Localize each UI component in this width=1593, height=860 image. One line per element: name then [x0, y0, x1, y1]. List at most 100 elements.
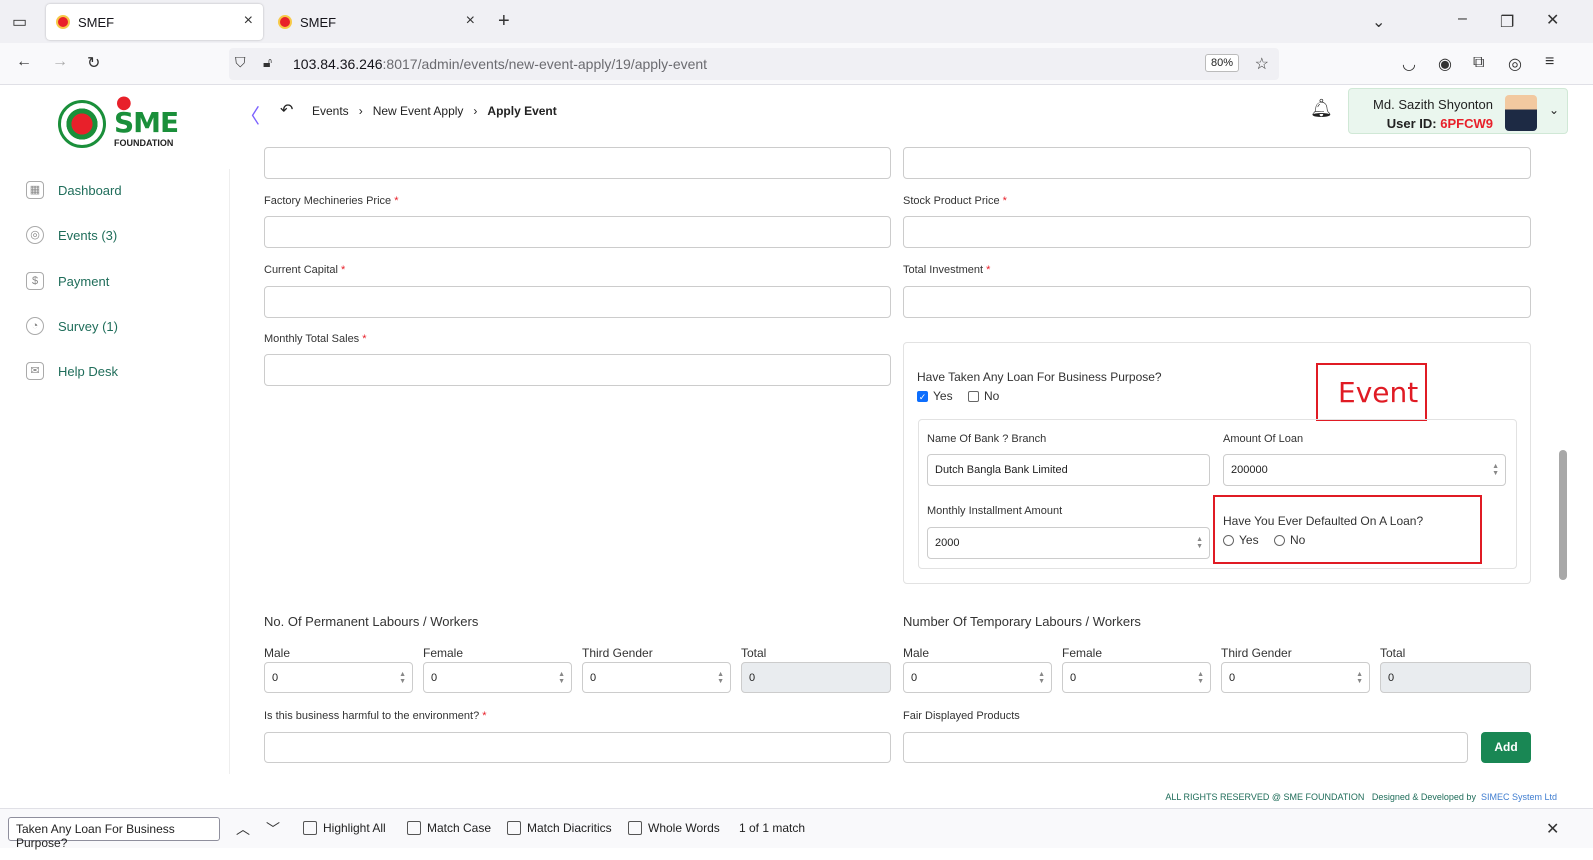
perm-third-gender-input[interactable]: 0 ▲ ▼ [582, 662, 731, 693]
logo-text: ● SME [114, 92, 179, 139]
notification-bell-icon[interactable]: 🔔︎ [1310, 98, 1333, 119]
whole-words-checkbox[interactable] [628, 821, 642, 835]
perm-total-input: 0 [741, 662, 891, 693]
chevron-down-icon[interactable]: ⌄ [1372, 12, 1385, 32]
perm-male-input[interactable]: 0 ▲ ▼ [264, 662, 413, 693]
tab-list-icon[interactable]: ▭ [12, 12, 27, 32]
find-previous-icon[interactable]: ︿ [236, 819, 250, 839]
total-investment-label: Total Investment * [903, 264, 991, 276]
sme-foundation-logo[interactable]: ● SME FOUNDATION [58, 92, 183, 150]
bank-input[interactable]: Dutch Bangla Bank Limited [927, 454, 1210, 486]
stepper-icon[interactable]: ▲ ▼ [558, 671, 565, 685]
highlight-all-checkbox[interactable] [303, 821, 317, 835]
whole-words-option[interactable]: Whole Words [628, 821, 720, 835]
top-left-field[interactable] [264, 147, 891, 179]
close-tab-icon[interactable]: × [466, 12, 475, 30]
installment-input[interactable]: 2000 ▲ ▼ [927, 527, 1210, 559]
pocket-icon[interactable]: ◡ [1402, 54, 1416, 74]
find-next-icon[interactable]: ﹀ [266, 819, 280, 839]
top-right-field[interactable] [903, 147, 1531, 179]
match-case-option[interactable]: Match Case [407, 821, 491, 835]
monthly-sales-input[interactable] [264, 354, 891, 386]
browser-tab-1[interactable]: SMEF × [46, 4, 263, 40]
default-no-radio[interactable] [1274, 534, 1285, 546]
total-investment-input[interactable] [903, 286, 1531, 318]
factory-price-input[interactable] [264, 216, 891, 248]
temp-female-input[interactable]: 0 ▲ ▼ [1062, 662, 1211, 693]
harmful-input[interactable] [264, 732, 891, 763]
stock-price-input[interactable] [903, 216, 1531, 248]
url-bar[interactable]: ⛉ 🔓︎ 103.84.36.246:8017/admin/events/new… [229, 48, 1279, 80]
account-icon[interactable]: ◉ [1438, 54, 1452, 74]
loan-no-option[interactable]: No [968, 389, 999, 403]
loan-amount-input[interactable]: 200000 ▲ ▼ [1223, 454, 1506, 486]
highlight-all-option[interactable]: Highlight All [303, 821, 386, 835]
annotation-box-default [1213, 495, 1482, 564]
browser-tab-2[interactable]: SMEF × [268, 4, 485, 40]
stepper-icon[interactable]: ▲ ▼ [1197, 671, 1204, 685]
forward-icon[interactable]: → [52, 53, 68, 71]
stepper-icon[interactable]: ▲ ▼ [1492, 463, 1499, 477]
stepper-icon[interactable]: ▲ ▼ [399, 671, 406, 685]
sidebar-item-events[interactable]: ◎ Events (3) [26, 226, 117, 244]
new-tab-icon[interactable]: + [498, 10, 510, 33]
default-yes-radio[interactable] [1223, 534, 1234, 546]
extensions-icon[interactable]: ⧉ [1473, 54, 1484, 72]
minimize-icon[interactable]: – [1458, 10, 1467, 28]
breadcrumb-events[interactable]: Events [312, 104, 349, 118]
match-diacritics-checkbox[interactable] [507, 821, 521, 835]
close-tab-icon[interactable]: × [244, 12, 253, 30]
sidebar-item-payment[interactable]: $ Payment [26, 272, 109, 290]
stepper-icon[interactable]: ▲ ▼ [1038, 671, 1045, 685]
loan-yes-option[interactable]: ✓ Yes [917, 389, 953, 403]
find-input[interactable]: Taken Any Loan For Business Purpose? [8, 817, 220, 850]
tab-title: SMEF [300, 14, 337, 30]
user-profile-card[interactable]: Md. Sazith Shyonton User ID: 6PFCW9 ⌄ [1348, 88, 1568, 134]
collapse-sidebar-icon[interactable]: 〈 [240, 100, 260, 129]
annotation-event-text: Event [1338, 376, 1419, 409]
insecure-lock-icon[interactable]: 🔓︎ [263, 54, 272, 71]
loan-yes-checkbox[interactable]: ✓ [917, 390, 928, 402]
stepper-icon[interactable]: ▲ ▼ [717, 671, 724, 685]
current-capital-input[interactable] [264, 286, 891, 318]
smef-favicon-icon [278, 15, 292, 29]
match-case-checkbox[interactable] [407, 821, 421, 835]
payment-icon: $ [26, 272, 44, 290]
temp-male-input[interactable]: 0 ▲ ▼ [903, 662, 1052, 693]
url-text[interactable]: 103.84.36.246:8017/admin/events/new-even… [293, 56, 707, 72]
match-diacritics-option[interactable]: Match Diacritics [507, 821, 612, 835]
chevron-down-icon[interactable]: ⌄ [1549, 103, 1559, 117]
temp-third-gender-input[interactable]: 0 ▲ ▼ [1221, 662, 1370, 693]
installment-label: Monthly Installment Amount [927, 505, 1063, 517]
breadcrumb-new-event-apply[interactable]: New Event Apply [373, 104, 464, 118]
sidebar-item-dashboard[interactable]: ▦ Dashboard [26, 181, 122, 199]
loan-no-checkbox[interactable] [968, 390, 979, 402]
restore-icon[interactable]: ❐ [1500, 12, 1514, 32]
menu-icon[interactable]: ≡ [1545, 53, 1554, 71]
scroll-thumb[interactable] [1559, 450, 1567, 580]
zoom-level[interactable]: 80% [1204, 54, 1239, 72]
sidebar-item-survey[interactable]: ◔ Survey (1) [26, 317, 118, 335]
stepper-icon[interactable]: ▲ ▼ [1196, 536, 1203, 550]
default-no-option[interactable]: No [1274, 533, 1305, 547]
perm-female-input[interactable]: 0 ▲ ▼ [423, 662, 572, 693]
reload-icon[interactable]: ↻ [87, 53, 100, 73]
addon-icon[interactable]: ◎ [1508, 54, 1522, 74]
grid-icon: ▦ [26, 181, 44, 199]
fair-products-input[interactable] [903, 732, 1468, 763]
back-arrow-icon[interactable]: ↶ [280, 100, 293, 120]
close-find-bar-icon[interactable]: ✕ [1546, 819, 1559, 839]
add-button[interactable]: Add [1481, 732, 1531, 763]
default-yes-option[interactable]: Yes [1223, 533, 1259, 547]
page-scrollbar[interactable] [1558, 140, 1568, 780]
sidebar-item-help-desk[interactable]: ✉ Help Desk [26, 362, 118, 380]
shield-icon[interactable]: ⛉ [235, 54, 246, 71]
tab-title: SMEF [78, 14, 115, 30]
bookmark-star-icon[interactable]: ☆ [1255, 54, 1269, 74]
avatar [1505, 95, 1537, 131]
close-window-icon[interactable]: ✕ [1546, 10, 1559, 30]
stepper-icon[interactable]: ▲ ▼ [1356, 671, 1363, 685]
footer-company-link[interactable]: SIMEC System Ltd [1481, 792, 1557, 802]
back-icon[interactable]: ← [16, 53, 32, 71]
mail-icon: ✉ [26, 362, 44, 380]
